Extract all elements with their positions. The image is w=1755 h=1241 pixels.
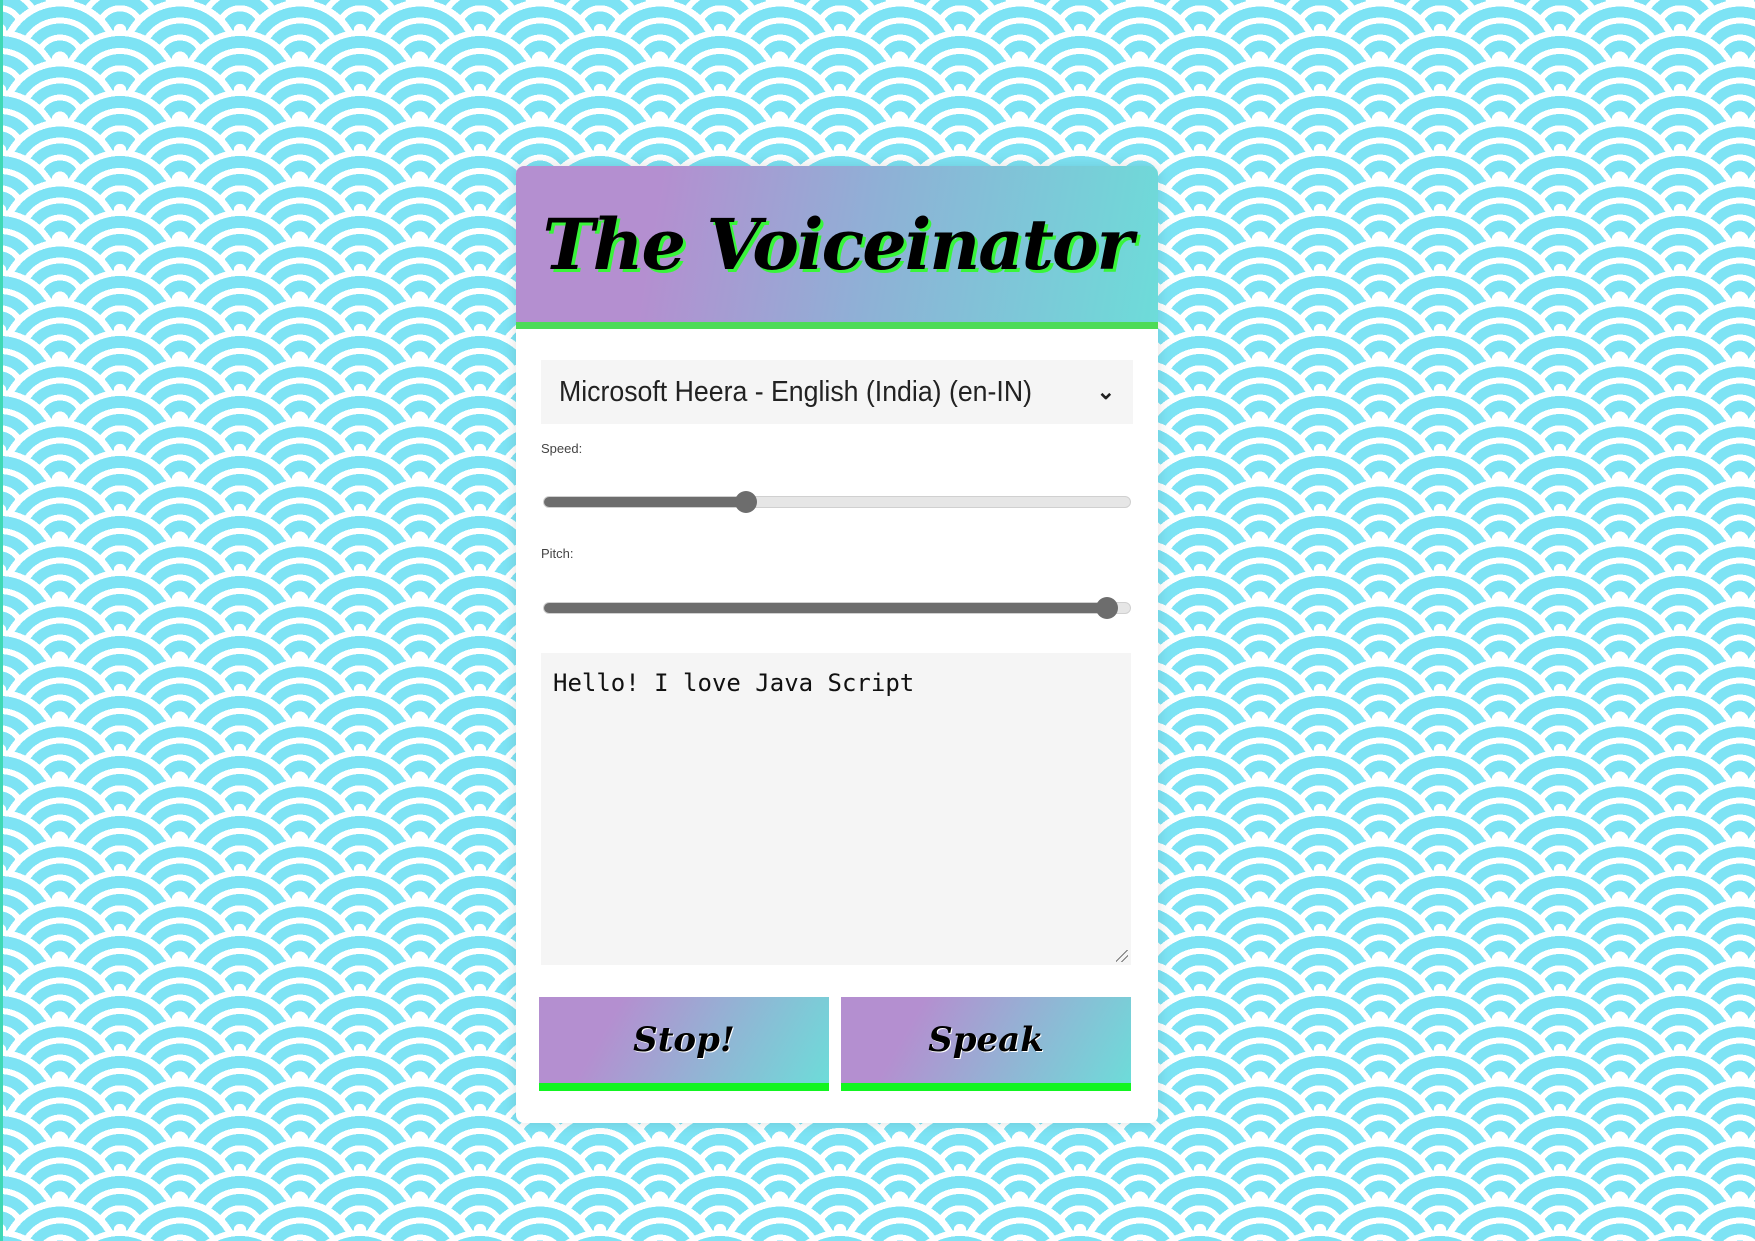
chevron-down-icon: ⌄ [1096,379,1115,404]
pitch-slider-fill [544,603,1107,613]
header: The Voiceinator [516,166,1158,329]
voice-select-value: Microsoft Heera - English (India) (en-IN… [559,375,1032,408]
voiceinator-card: The Voiceinator Microsoft Heera - Englis… [516,166,1158,1123]
speed-slider-fill [544,497,747,507]
pitch-slider[interactable] [543,597,1131,619]
message-textarea[interactable]: Hello! I love Java Script [541,653,1131,965]
speed-slider-thumb[interactable] [735,491,758,513]
pitch-label: Pitch: [541,546,574,561]
speed-slider[interactable] [543,491,1131,513]
message-text: Hello! I love Java Script [553,669,915,697]
speak-button[interactable]: Speak [841,997,1131,1091]
voice-select[interactable]: Microsoft Heera - English (India) (en-IN… [541,360,1133,424]
speed-label: Speed: [541,441,583,456]
stop-button[interactable]: Stop! [539,997,829,1091]
app-title: The Voiceinator [542,202,1134,286]
pitch-slider-thumb[interactable] [1095,597,1118,619]
resize-handle-icon[interactable] [1116,950,1128,962]
